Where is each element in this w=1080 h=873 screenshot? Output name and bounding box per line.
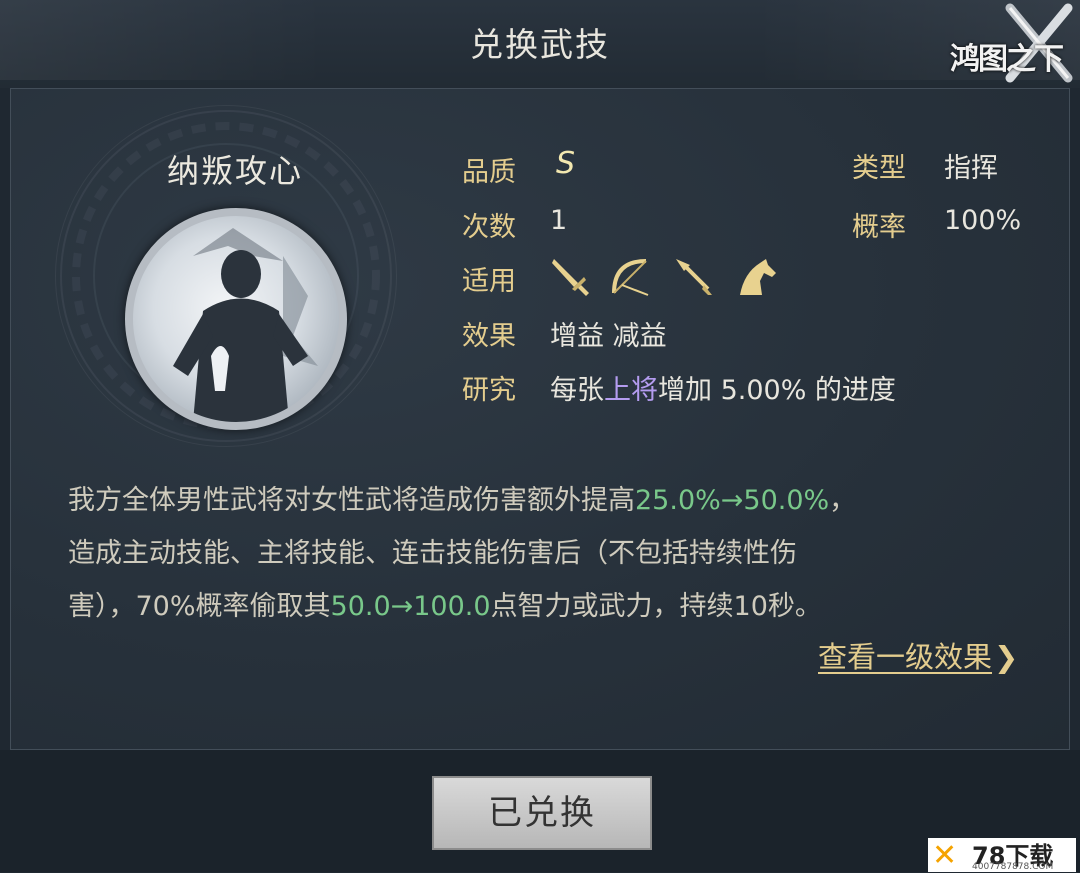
watermark-badge: ✕ 78下载 4007787878.COM <box>928 838 1076 873</box>
chevron-right-icon: ❯ <box>994 640 1019 674</box>
research-text-post: 增加 5.00% 的进度 <box>658 375 896 406</box>
skill-name: 纳叛攻心 <box>166 152 303 190</box>
count-label: 次数 <box>462 212 516 243</box>
quality-value: S <box>556 146 576 181</box>
applicable-label: 适用 <box>462 266 516 297</box>
sword-icon <box>552 259 589 296</box>
silhouette-figure-icon <box>173 228 318 422</box>
type-label: 类型 <box>852 153 906 184</box>
effect-value: 增益 减益 <box>550 321 667 352</box>
research-highlight: 上将 <box>604 375 658 406</box>
skill-description: 我方全体男性武将对女性武将造成伤害额外提高25.0%→50.0%， 造成主动技能… <box>68 474 1028 633</box>
description-line-2: 造成主动技能、主将技能、连击技能伤害后（不包括持续性伤 <box>68 538 797 569</box>
research-value: 每张上将增加 5.00% 的进度 <box>550 368 896 407</box>
page-title: 兑换武技 <box>470 25 610 64</box>
rate-value: 100% <box>944 205 1022 236</box>
research-text-pre: 每张 <box>550 375 604 406</box>
horse-icon <box>740 259 776 295</box>
description-line-3: 害），70%概率偷取其50.0→100.0点智力或武力，持续10秒。 <box>68 591 822 622</box>
rate-label: 概率 <box>852 212 906 243</box>
view-level1-effect-link[interactable]: 查看一级效果❯ <box>818 634 1018 676</box>
game-logo: 鸿图之下 <box>940 2 1080 88</box>
effect-label: 效果 <box>462 321 516 352</box>
skill-portrait <box>125 208 347 430</box>
bow-icon <box>612 259 649 296</box>
type-value: 指挥 <box>944 153 998 184</box>
description-highlight-1: 25.0%→50.0% <box>635 485 830 516</box>
spear-icon <box>676 259 712 295</box>
quality-label: 品质 <box>462 157 516 188</box>
link-label: 查看一级效果 <box>818 640 993 674</box>
description-line-1: 我方全体男性武将对女性武将造成伤害额外提高25.0%→50.0%， <box>68 485 857 516</box>
research-label: 研究 <box>462 375 516 406</box>
count-value: 1 <box>550 205 568 236</box>
watermark-x-icon: ✕ <box>932 838 958 873</box>
redeemed-button[interactable]: 已兑换 <box>432 776 652 850</box>
description-highlight-2: 50.0→100.0 <box>330 591 491 622</box>
logo-text: 鸿图之下 <box>950 42 1064 77</box>
watermark-url: 4007787878.COM <box>972 862 1054 872</box>
